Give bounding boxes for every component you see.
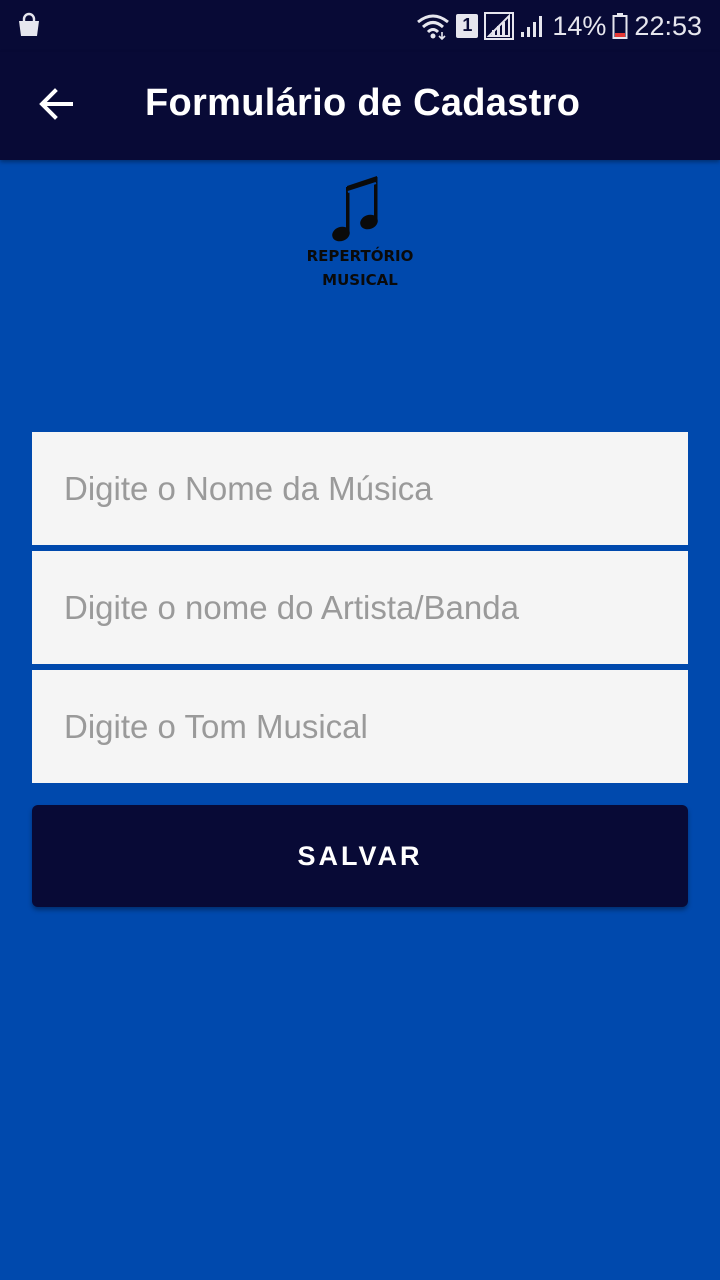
- song-name-field[interactable]: [32, 432, 688, 545]
- artist-input[interactable]: [64, 588, 656, 627]
- status-bar: 1 14% 22:53: [0, 0, 720, 52]
- signal-icon: [484, 12, 515, 40]
- app-logo: REPERTÓRIO MUSICAL: [290, 172, 430, 297]
- artist-field[interactable]: [32, 551, 688, 664]
- status-icons: 1 14% 22:53: [416, 0, 702, 52]
- logo-text-line1: REPERTÓRIO: [306, 247, 414, 265]
- shopping-bag-icon: [16, 12, 42, 38]
- arrow-back-icon: [38, 86, 74, 127]
- wifi-icon: [416, 12, 450, 40]
- signal-icon: [520, 12, 546, 40]
- musical-key-field[interactable]: [32, 670, 688, 783]
- music-note-icon: [290, 172, 430, 244]
- sim-slot-number: 1: [462, 15, 473, 35]
- page-title: Formulário de Cadastro: [145, 82, 581, 124]
- musical-key-input[interactable]: [64, 707, 656, 746]
- app-bar: Formulário de Cadastro: [0, 52, 720, 160]
- battery-percent: 14%: [552, 10, 607, 41]
- song-name-input[interactable]: [64, 469, 656, 508]
- back-button[interactable]: [24, 76, 88, 136]
- logo-text-line2: MUSICAL: [322, 271, 398, 289]
- battery-icon: [612, 12, 628, 40]
- sim-icon: 1: [456, 14, 479, 38]
- save-button[interactable]: SALVAR: [32, 805, 688, 907]
- clock: 22:53: [634, 10, 702, 41]
